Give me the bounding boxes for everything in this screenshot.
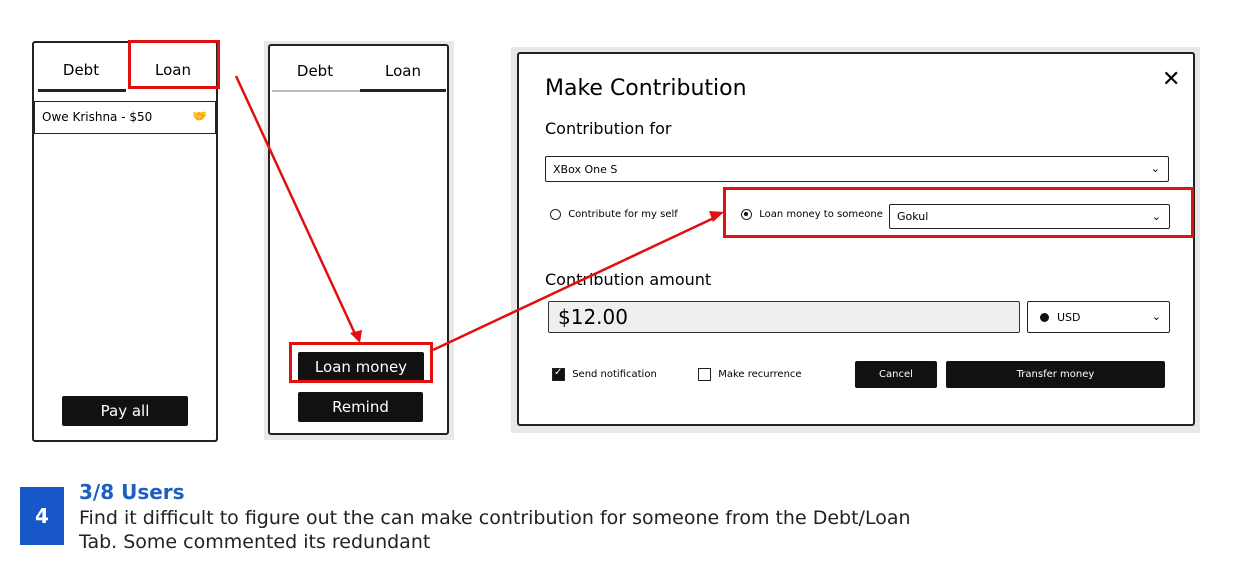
send-notification-label: Send notification — [572, 369, 657, 380]
close-icon[interactable]: ✕ — [1162, 67, 1180, 92]
highlight-loan-someone — [723, 187, 1194, 238]
make-recurrence-label: Make recurrence — [718, 369, 802, 380]
checkbox-checked-icon — [552, 367, 565, 381]
contribution-amount-label: Contribution amount — [545, 270, 712, 289]
highlight-loan-tab — [128, 40, 220, 89]
note-number-badge: 4 — [20, 487, 64, 545]
list-item-debt[interactable]: Owe Krishna - $50 🤝 — [34, 101, 216, 134]
amount-input-value: $12.00 — [558, 305, 628, 329]
make-contribution-dialog: Make Contribution ✕ Contribution for XBo… — [517, 52, 1195, 426]
item-select-value: XBox One S — [553, 162, 618, 176]
tab-debt-underline — [272, 90, 360, 92]
tab-loan[interactable]: Loan — [360, 62, 446, 80]
tab-debt[interactable]: Debt — [272, 62, 358, 80]
tab-debt-underline — [38, 89, 126, 92]
tab-debt[interactable]: Debt — [36, 61, 126, 79]
contribution-for-label: Contribution for — [545, 119, 672, 138]
transfer-money-button[interactable]: Transfer money — [946, 361, 1165, 388]
note-line-1: Find it difficult to figure out the can … — [79, 507, 911, 529]
pay-all-button[interactable]: Pay all — [62, 396, 188, 426]
handshake-icon[interactable]: 🤝 — [192, 109, 207, 123]
note-line-2: Tab. Some commented its redundant — [79, 531, 431, 553]
tab-loan-underline — [360, 89, 446, 92]
currency-select-value: USD — [1057, 310, 1081, 324]
currency-select[interactable]: USD ⌄ — [1027, 301, 1170, 333]
dollar-coin-icon — [1040, 312, 1049, 322]
note-title: 3/8 Users — [79, 480, 185, 504]
remind-button[interactable]: Remind — [298, 392, 423, 422]
list-item-label: Owe Krishna - $50 — [42, 110, 153, 124]
radio-contribute-self-label: Contribute for my self — [568, 209, 678, 220]
checkbox-icon — [698, 368, 711, 381]
amount-input[interactable]: $12.00 — [548, 301, 1020, 333]
radio-icon — [550, 209, 561, 220]
radio-contribute-self[interactable]: Contribute for my self — [550, 209, 678, 221]
make-recurrence-checkbox[interactable]: Make recurrence — [698, 368, 802, 381]
dialog-title: Make Contribution — [545, 76, 747, 101]
send-notification-checkbox[interactable]: Send notification — [552, 367, 657, 381]
phone-mockup-debt: Debt Loan Owe Krishna - $50 🤝 Pay all — [32, 41, 218, 442]
highlight-loan-money — [289, 342, 433, 383]
cancel-button[interactable]: Cancel — [855, 361, 937, 388]
chevron-down-icon: ⌄ — [1151, 309, 1161, 323]
item-select[interactable]: XBox One S ⌄ — [545, 156, 1169, 182]
chevron-down-icon: ⌄ — [1150, 161, 1160, 175]
